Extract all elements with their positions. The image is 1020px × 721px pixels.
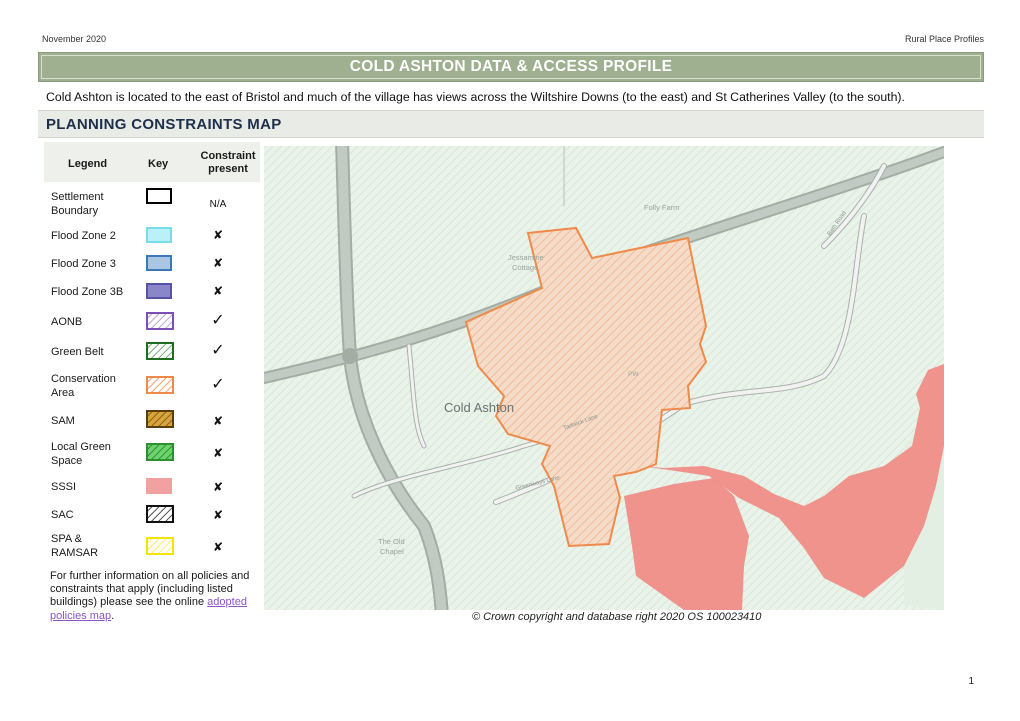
map-label-cottage: Cottage [512, 263, 538, 272]
present-mark: ✓ [211, 376, 225, 393]
key-green-belt [146, 342, 174, 360]
legend-label: SAC [51, 509, 74, 521]
map-label-the-old: The Old [378, 537, 405, 546]
present-mark: ✓ [211, 312, 225, 329]
planning-constraints-map[interactable]: Folly Farm Jessamine Cottage Cold Ashton… [264, 146, 944, 610]
key-flood-zone-2 [146, 227, 172, 243]
present-mark: ✘ [212, 414, 224, 428]
section-bar: PLANNING CONSTRAINTS MAP [38, 110, 984, 138]
legend-table: Legend Key Constraint present Settlement… [44, 142, 260, 559]
present-mark: ✘ [212, 228, 224, 242]
key-spa-ramsar [146, 537, 174, 555]
present-mark: ✘ [212, 508, 224, 522]
legend-label: Flood Zone 3B [51, 286, 124, 298]
legend-label: AONB [51, 316, 83, 328]
legend-label: SPA & RAMSAR [51, 533, 99, 559]
key-conservation-area [146, 376, 174, 394]
roundabout [342, 348, 358, 364]
legend-label: Flood Zone 3 [51, 258, 116, 270]
key-settlement-boundary [146, 188, 172, 204]
present-mark: ✓ [211, 342, 225, 359]
present-mark: N/A [209, 199, 227, 210]
header-series: Rural Place Profiles [904, 34, 984, 44]
legend-label: Settlement Boundary [51, 191, 104, 217]
header-date: November 2020 [42, 34, 107, 44]
further-info: For further information on all policies … [50, 570, 264, 623]
legend-label: SSSI [51, 481, 77, 493]
copyright-notice: © Crown copyright and database right 202… [472, 611, 762, 623]
present-mark: ✘ [212, 540, 224, 554]
map-label-cold-ashton: Cold Ashton [444, 400, 514, 415]
key-sam [146, 410, 174, 428]
key-sac [146, 505, 174, 523]
further-info-end: . [111, 609, 115, 622]
present-mark: ✘ [212, 256, 224, 270]
legend-label: Local Green Space [51, 441, 111, 467]
legend-label: Conservation Area [51, 373, 116, 399]
key-sssi [146, 478, 172, 494]
title-bar: COLD ASHTON DATA & ACCESS PROFILE [38, 52, 984, 82]
legend-label: Green Belt [51, 346, 104, 358]
present-mark: ✘ [212, 480, 224, 494]
key-flood-zone-3 [146, 255, 172, 271]
section-title: PLANNING CONSTRAINTS MAP [46, 116, 282, 133]
legend-col-present: Constraint present [200, 150, 256, 175]
present-mark: ✘ [212, 284, 224, 298]
page-number: 1 [968, 676, 974, 687]
legend-col-key: Key [148, 158, 169, 170]
key-local-green-space [146, 443, 174, 461]
key-flood-zone-3b [146, 283, 172, 299]
map-label-pw: PW [628, 371, 639, 378]
map-label-chapel: Chapel [380, 547, 404, 556]
map-label-jessamine: Jessamine [508, 253, 544, 262]
key-aonb [146, 312, 174, 330]
present-mark: ✘ [212, 446, 224, 460]
legend-header: Legend Key Constraint present [44, 142, 260, 182]
legend-label: SAM [51, 415, 75, 427]
map-label-folly-farm: Folly Farm [644, 203, 679, 212]
legend-col-legend: Legend [68, 158, 108, 170]
intro-text: Cold Ashton is located to the east of Br… [46, 90, 905, 104]
legend-label: Flood Zone 2 [51, 230, 116, 242]
page-title: COLD ASHTON DATA & ACCESS PROFILE [349, 58, 673, 75]
